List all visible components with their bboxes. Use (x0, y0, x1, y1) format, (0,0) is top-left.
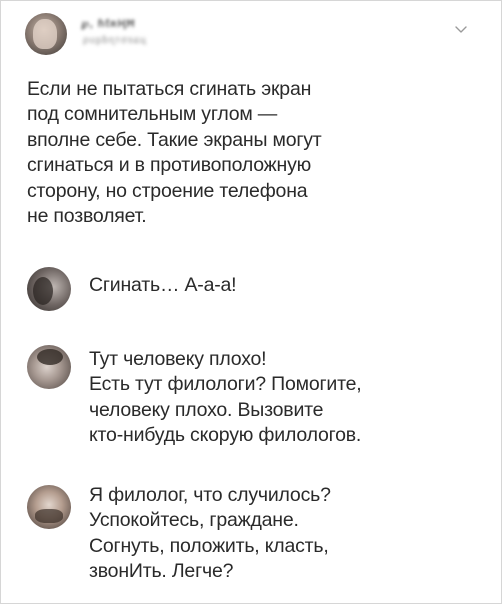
reply-avatar[interactable] (27, 267, 71, 311)
reply-text-line: Согнуть, положить, класть, (89, 534, 329, 557)
tweet-text-line: сторону, но строение телефона (27, 179, 308, 202)
author-handle[interactable]: ρυʂɓɳтσѕɕц (83, 35, 147, 46)
reply-text-line: кто-нибудь скорую филологов. (89, 424, 362, 447)
reply-text-line: Я филолог, что случилось? (89, 484, 331, 506)
tweet-header: ℘, ɦƭʀҢĦ ρυʂɓɳтσѕɕц (25, 13, 475, 61)
tweet-card: ℘, ɦƭʀҢĦ ρυʂɓɳтσѕɕц Если не пытаться сги… (0, 0, 502, 604)
reply-text-line: человеку плохо. Вызовите (89, 398, 324, 421)
chevron-down-icon[interactable] (451, 19, 471, 39)
reply-text-line: Есть тут филологи? Помогите, (89, 373, 362, 396)
reply-avatar[interactable] (27, 345, 71, 389)
reply-text: Тут человеку плохо! Есть тут филологи? П… (89, 347, 362, 449)
reply-text-line: Тут человеку плохо! (89, 348, 267, 370)
tweet-text-line: под сомнительным углом — (27, 103, 278, 126)
author-avatar[interactable] (25, 13, 67, 55)
reply-text-line: звонИть. Легче? (89, 560, 234, 583)
reply-text-line: Сгинать… А-а-а! (89, 274, 237, 296)
reply-text: Сгинать… А-а-а! (89, 273, 237, 298)
tweet-text-line: Если не пытаться сгинать экран (27, 78, 312, 100)
reply-text-line: Успокойтесь, граждане. (89, 509, 299, 532)
author-name[interactable]: ℘, ɦƭʀҢĦ (81, 17, 135, 30)
reply-avatar[interactable] (27, 485, 71, 529)
tweet-text-line: сгинаться и в противоположную (27, 154, 312, 177)
tweet-text: Если не пытаться сгинать экран под сомни… (27, 77, 467, 229)
tweet-text-line: вполне себе. Такие экраны могут (27, 128, 322, 151)
tweet-text-line: не позволяет. (27, 205, 147, 228)
reply-text: Я филолог, что случилось? Успокойтесь, г… (89, 483, 331, 585)
